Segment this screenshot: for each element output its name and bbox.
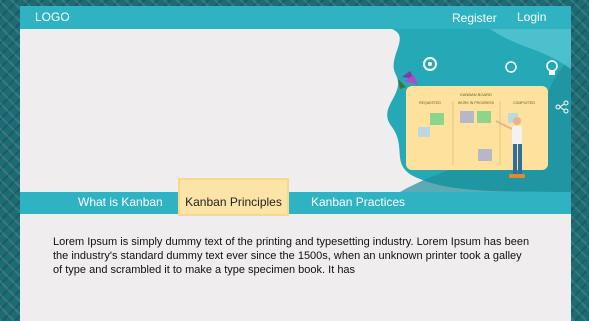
register-link[interactable]: Register xyxy=(452,11,497,25)
kanban-board-title: KANBAN BOARD xyxy=(460,92,492,97)
tab-bar: What is Kanban Kanban Principles Kanban … xyxy=(20,178,571,216)
sticky-note xyxy=(460,111,474,123)
tab-what-is-kanban[interactable]: What is Kanban xyxy=(78,195,163,209)
column-completed: COMPLETED xyxy=(513,101,535,105)
tab-kanban-practices[interactable]: Kanban Practices xyxy=(311,195,405,209)
kanban-illustration: KANBAN BOARD REQUESTED WORK IN PROGRESS … xyxy=(387,29,571,192)
sticky-note xyxy=(430,113,444,125)
sticky-note xyxy=(418,127,430,137)
sticky-note xyxy=(478,149,492,161)
login-link[interactable]: Login xyxy=(517,10,546,24)
hero-banner: KANBAN BOARD REQUESTED WORK IN PROGRESS … xyxy=(20,29,571,192)
column-requested: REQUESTED xyxy=(419,101,441,105)
top-navbar: LOGO Register Login xyxy=(20,6,571,29)
tab-content-text: Lorem Ipsum is simply dummy text of the … xyxy=(53,236,530,276)
logo[interactable]: LOGO xyxy=(35,10,70,24)
sticky-note xyxy=(477,111,491,123)
tab-kanban-principles[interactable]: Kanban Principles xyxy=(178,178,289,216)
column-in-progress: WORK IN PROGRESS xyxy=(458,101,495,105)
page-frame: LOGO Register Login KANBAN BOARD REQUEST… xyxy=(20,6,571,321)
